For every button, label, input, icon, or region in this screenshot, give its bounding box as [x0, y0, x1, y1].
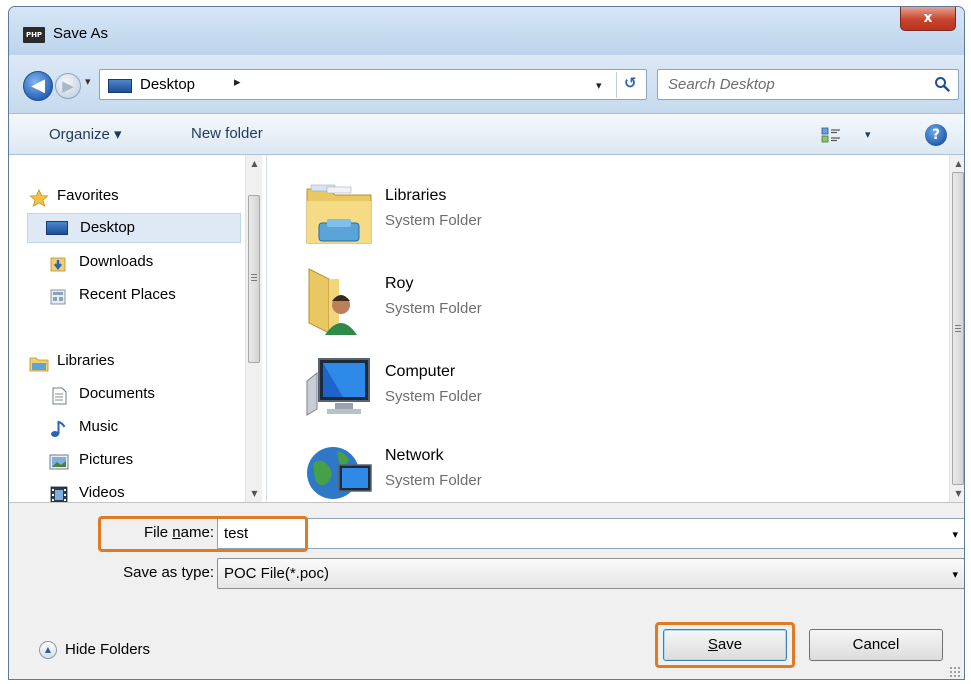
item-kind: System Folder [385, 212, 482, 229]
file-list-scrollbar[interactable]: ▲ ▼ [949, 155, 964, 502]
music-icon [51, 420, 66, 437]
scrollbar-thumb[interactable] [248, 195, 260, 363]
sidebar-item-documents[interactable]: Documents [9, 380, 245, 410]
title-bar[interactable]: PHP Save As x [9, 7, 964, 55]
sidebar-item-label: Videos [79, 484, 125, 501]
item-name: Network [385, 447, 444, 464]
organize-menu[interactable]: Organize ▾ [49, 125, 122, 143]
sidebar-item-music[interactable]: Music [9, 413, 245, 443]
network-globe-icon [307, 447, 372, 499]
window-title: Save As [53, 25, 109, 42]
help-icon[interactable]: ? [925, 124, 947, 146]
back-button[interactable]: ◀ [23, 71, 53, 101]
recent-locations-dropdown[interactable]: ▾ [85, 75, 91, 88]
sidebar-item-favorites[interactable]: Favorites [9, 182, 245, 212]
save-as-dialog: PHP Save As x ◀ ▶ ▾ Desktop ▸ ▾ ↺ Organi… [8, 6, 965, 680]
navigation-scrollbar[interactable]: ▲ ▼ [245, 155, 262, 502]
documents-icon [52, 387, 67, 405]
sidebar-item-downloads[interactable]: Downloads [9, 248, 245, 278]
file-list-pane: Libraries System Folder Roy System Folde… [267, 155, 964, 502]
close-button[interactable]: x [900, 7, 956, 31]
search-icon[interactable] [934, 76, 950, 92]
file-name-input[interactable] [224, 525, 924, 542]
save-options-panel: File name: ▾ Save as type: POC File(*.po… [9, 502, 964, 679]
collapse-arrow-icon[interactable]: ▲ [39, 641, 57, 659]
list-item-computer[interactable]: Computer System Folder [303, 353, 603, 433]
recent-places-icon [50, 289, 66, 305]
sidebar-item-pictures[interactable]: Pictures [9, 446, 245, 476]
scroll-up-arrow-icon[interactable]: ▲ [246, 155, 263, 172]
save-as-type-dropdown-icon[interactable]: ▾ [952, 568, 958, 581]
item-kind: System Folder [385, 472, 482, 489]
sidebar-item-desktop[interactable]: Desktop [27, 213, 241, 243]
list-item-libraries[interactable]: Libraries System Folder [303, 177, 603, 257]
sidebar-item-label: Pictures [79, 451, 134, 468]
search-input[interactable] [668, 76, 918, 93]
save-as-type-select[interactable]: POC File(*.poc) ▾ [217, 558, 964, 589]
change-view-icon[interactable] [821, 127, 841, 143]
desktop-icon [108, 79, 132, 93]
save-as-type-value: POC File(*.poc) [224, 565, 330, 582]
address-bar[interactable]: Desktop ▸ ▾ ↺ [99, 69, 647, 100]
pictures-icon [49, 454, 69, 470]
cancel-button[interactable]: Cancel [809, 629, 943, 661]
sidebar-item-label: Documents [79, 385, 155, 402]
scroll-down-arrow-icon[interactable]: ▼ [246, 485, 263, 502]
sidebar-item-label: Desktop [80, 219, 136, 236]
view-options-dropdown[interactable]: ▾ [865, 128, 871, 141]
sidebar-item-label: Downloads [79, 253, 154, 270]
file-name-label: File name: [143, 524, 214, 541]
computer-icon [306, 358, 370, 416]
libraries-folder-icon [306, 184, 372, 244]
item-name: Computer [385, 363, 456, 380]
scrollbar-thumb[interactable] [952, 172, 964, 485]
address-location[interactable]: Desktop [140, 76, 195, 93]
command-toolbar: Organize ▾ New folder ▾ ? [9, 113, 964, 155]
hide-folders-label[interactable]: Hide Folders [65, 641, 150, 658]
save-button[interactable]: Save [663, 629, 787, 661]
item-name: Libraries [385, 187, 447, 204]
sidebar-item-label: Recent Places [79, 286, 176, 303]
resize-grip[interactable] [949, 666, 961, 678]
scroll-down-arrow-icon[interactable]: ▼ [950, 485, 964, 502]
sidebar-item-label: Libraries [57, 352, 115, 369]
search-box[interactable] [657, 69, 959, 100]
file-name-dropdown-icon[interactable]: ▾ [952, 528, 958, 541]
php-app-icon: PHP [23, 27, 45, 43]
downloads-icon [50, 257, 66, 272]
refresh-icon[interactable]: ↺ [624, 74, 637, 92]
libraries-icon [29, 357, 49, 372]
navigation-bar: ◀ ▶ ▾ Desktop ▸ ▾ ↺ [9, 55, 964, 113]
item-name: Roy [385, 275, 414, 292]
list-item-roy[interactable]: Roy System Folder [303, 265, 603, 345]
scroll-up-arrow-icon[interactable]: ▲ [950, 155, 964, 172]
sidebar-item-label: Favorites [57, 187, 119, 204]
navigation-pane: Favorites Desktop Downloads Recent Place… [9, 155, 267, 504]
save-as-type-label: Save as type: [123, 564, 214, 581]
breadcrumb-chevron-icon[interactable]: ▸ [234, 75, 241, 90]
address-separator [616, 72, 617, 98]
item-kind: System Folder [385, 300, 482, 317]
item-kind: System Folder [385, 388, 482, 405]
desktop-icon [46, 221, 68, 235]
star-icon [29, 189, 49, 207]
new-folder-button[interactable]: New folder [191, 125, 263, 142]
file-name-combobox[interactable]: ▾ [217, 518, 964, 549]
sidebar-item-libraries[interactable]: Libraries [9, 347, 245, 377]
address-dropdown-button[interactable]: ▾ [596, 79, 602, 92]
user-folder-icon [308, 268, 357, 335]
sidebar-item-recent-places[interactable]: Recent Places [9, 281, 245, 311]
sidebar-item-label: Music [79, 418, 119, 435]
forward-button[interactable]: ▶ [55, 73, 81, 99]
